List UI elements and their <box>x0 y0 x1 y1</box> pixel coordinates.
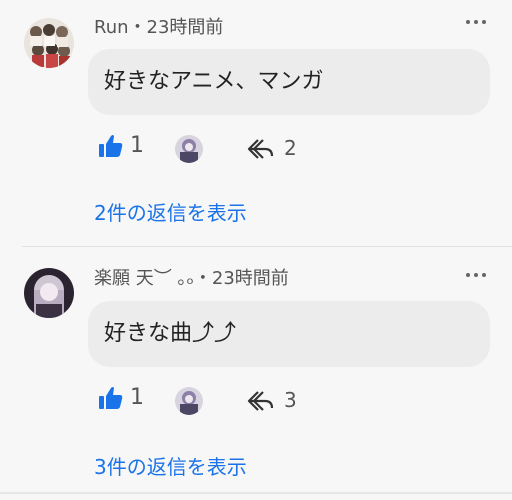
comment-text: 好きな曲⤴︎⤴︎ <box>88 301 490 367</box>
timestamp: 23時間前 <box>211 268 289 289</box>
comment-meta: 楽願 天︶ ｡ₒ・23時間前 <box>94 264 289 290</box>
author-name[interactable]: Run <box>94 17 129 38</box>
avatar[interactable] <box>24 268 74 318</box>
avatar-image <box>24 18 74 68</box>
comment-item: 楽願 天︶ ｡ₒ・23時間前 好きな曲⤴︎⤴︎ 1 3 3件の返信を表示 <box>0 248 512 479</box>
meta-separator: ・ <box>128 17 147 38</box>
creator-heart-avatar <box>175 135 203 163</box>
comment-meta: Run・23時間前 <box>94 13 223 39</box>
like-count: 1 <box>130 133 144 158</box>
thumbs-up-icon[interactable] <box>98 133 124 159</box>
comment-text: 好きなアニメ、マンガ <box>88 49 490 115</box>
timestamp: 23時間前 <box>146 17 224 38</box>
meta-separator: ・ <box>193 268 212 289</box>
avatar-image <box>24 268 74 318</box>
reply-arrow-icon[interactable] <box>246 137 276 161</box>
comment-item: Run・23時間前 好きなアニメ、マンガ 1 2 2件の返信を表示 <box>0 0 512 246</box>
view-replies-link[interactable]: 2件の返信を表示 <box>94 197 247 226</box>
reply-arrow-icon[interactable] <box>246 389 276 413</box>
like-count: 1 <box>130 385 144 410</box>
reply-count: 3 <box>284 388 297 412</box>
author-name[interactable]: 楽願 天︶ ｡ₒ <box>94 268 194 289</box>
more-options-icon[interactable] <box>466 273 486 279</box>
more-options-icon[interactable] <box>466 20 486 26</box>
reply-count: 2 <box>284 136 297 160</box>
view-replies-link[interactable]: 3件の返信を表示 <box>94 451 247 480</box>
creator-heart-avatar <box>175 387 203 415</box>
avatar[interactable] <box>24 18 74 68</box>
divider <box>22 246 512 247</box>
thumbs-up-icon[interactable] <box>98 385 124 411</box>
bottom-divider <box>0 492 512 494</box>
